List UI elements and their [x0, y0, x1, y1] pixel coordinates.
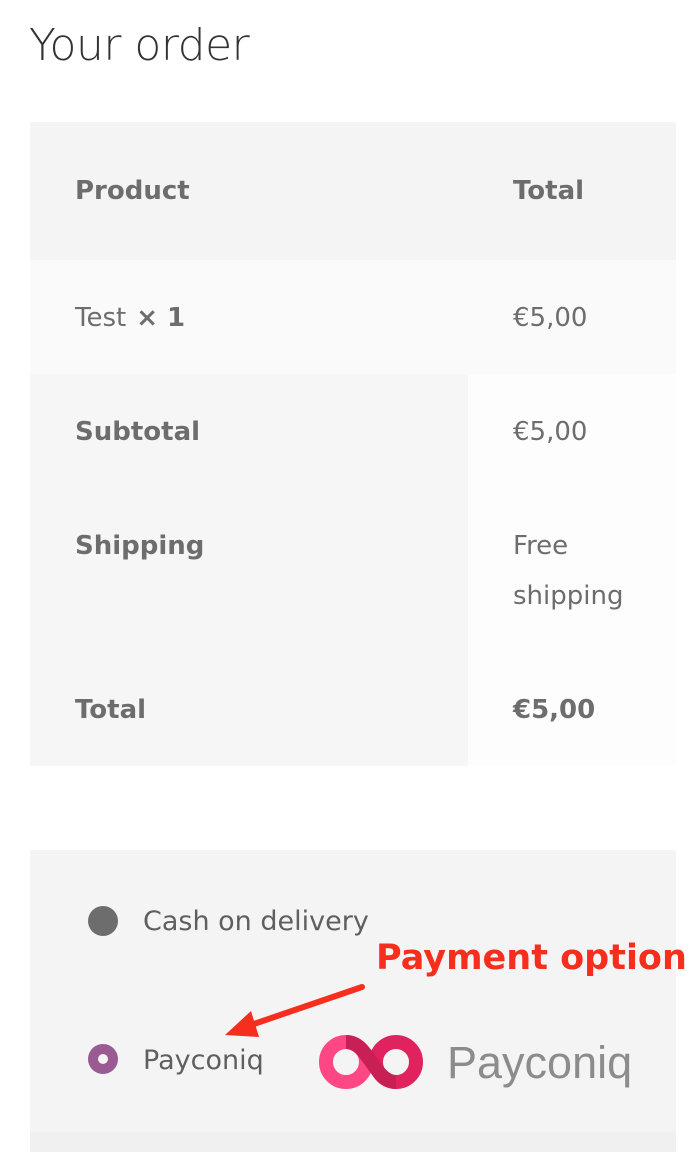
item-name-text: Test: [75, 303, 127, 333]
cash-on-delivery-label[interactable]: Cash on delivery: [143, 902, 369, 942]
subtotal-value: €5,00: [513, 417, 588, 447]
payment-box-footer: [30, 1132, 676, 1152]
payconiq-label[interactable]: Payconiq: [143, 1041, 264, 1081]
item-total: €5,00: [513, 303, 588, 333]
shipping-label: Shipping: [75, 531, 205, 561]
header-product: Product: [75, 176, 190, 206]
header-total: Total: [513, 176, 585, 206]
cash-on-delivery-radio[interactable]: [88, 906, 118, 936]
payconiq-radio[interactable]: [88, 1044, 118, 1074]
order-total-value: €5,00: [513, 695, 596, 725]
annotation-arrow-icon: [225, 984, 365, 1037]
item-name: Test × 1: [75, 293, 185, 343]
subtotal-label: Subtotal: [75, 417, 201, 447]
order-total-label: Total: [75, 695, 147, 725]
page-title: Your order: [29, 20, 250, 71]
shipping-value: Free shipping: [513, 531, 624, 611]
item-quantity: × 1: [136, 303, 186, 333]
annotation-label: Payment option: [376, 938, 687, 978]
payconiq-logo-text: Payconiq: [447, 1037, 632, 1088]
